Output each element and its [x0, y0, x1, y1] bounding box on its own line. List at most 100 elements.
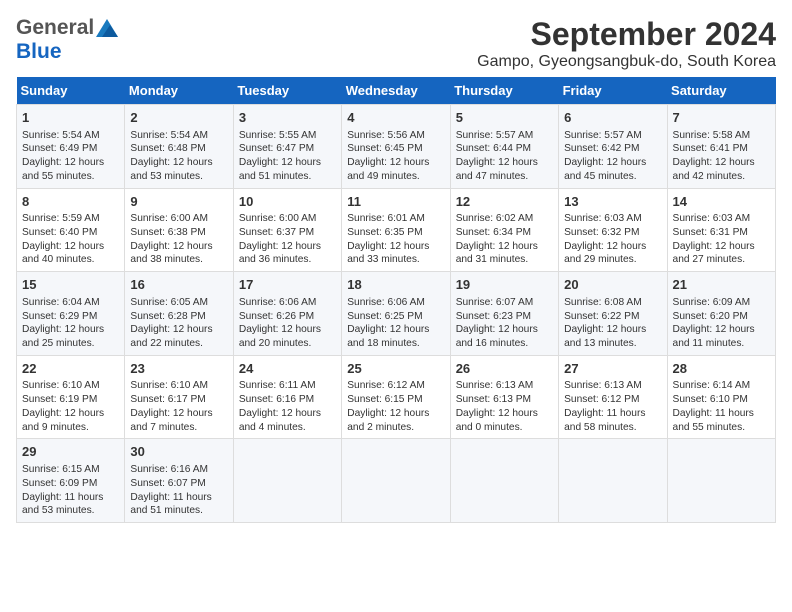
- calendar-cell: 25 Sunrise: 6:12 AM Sunset: 6:15 PM Dayli…: [342, 355, 450, 439]
- day-info: Sunrise: 6:11 AM Sunset: 6:16 PM Dayligh…: [239, 380, 321, 432]
- day-info: Sunrise: 6:04 AM Sunset: 6:29 PM Dayligh…: [22, 297, 104, 349]
- day-number: 26: [456, 360, 553, 378]
- day-info: Sunrise: 6:15 AM Sunset: 6:09 PM Dayligh…: [22, 464, 103, 516]
- calendar-cell: 7Sunrise: 5:58 AM Sunset: 6:41 PM Daylig…: [667, 105, 775, 189]
- day-number: 3: [239, 109, 336, 127]
- calendar-cell: 1 Sunrise: 5:54 AM Sunset: 6:49 PM Daylig…: [17, 105, 125, 189]
- day-number: 22: [22, 360, 119, 378]
- day-info: Sunrise: 6:01 AM Sunset: 6:35 PM Dayligh…: [347, 213, 429, 265]
- calendar-cell: 30 Sunrise: 6:16 AM Sunset: 6:07 PM Dayli…: [125, 439, 233, 523]
- column-header-sunday: Sunday: [17, 77, 125, 105]
- day-info: Sunrise: 6:05 AM Sunset: 6:28 PM Dayligh…: [130, 297, 212, 349]
- calendar-cell: 9Sunrise: 6:00 AM Sunset: 6:38 PM Daylig…: [125, 188, 233, 272]
- calendar-cell: 11 Sunrise: 6:01 AM Sunset: 6:35 PM Dayli…: [342, 188, 450, 272]
- title-area: September 2024 Gampo, Gyeongsangbuk-do, …: [477, 16, 776, 71]
- day-number: 8: [22, 193, 119, 211]
- column-header-saturday: Saturday: [667, 77, 775, 105]
- calendar-cell: 27 Sunrise: 6:13 AM Sunset: 6:12 PM Dayli…: [559, 355, 667, 439]
- day-info: Sunrise: 5:58 AM Sunset: 6:41 PM Dayligh…: [673, 130, 755, 182]
- column-header-monday: Monday: [125, 77, 233, 105]
- day-info: Sunrise: 6:03 AM Sunset: 6:32 PM Dayligh…: [564, 213, 646, 265]
- day-number: 28: [673, 360, 770, 378]
- day-number: 20: [564, 276, 661, 294]
- day-number: 12: [456, 193, 553, 211]
- day-number: 27: [564, 360, 661, 378]
- day-number: 5: [456, 109, 553, 127]
- day-info: Sunrise: 6:07 AM Sunset: 6:23 PM Dayligh…: [456, 297, 538, 349]
- calendar-cell: 5 Sunrise: 5:57 AM Sunset: 6:44 PM Daylig…: [450, 105, 558, 189]
- day-number: 18: [347, 276, 444, 294]
- day-info: Sunrise: 6:10 AM Sunset: 6:17 PM Dayligh…: [130, 380, 212, 432]
- day-info: Sunrise: 5:59 AM Sunset: 6:40 PM Dayligh…: [22, 213, 104, 265]
- day-info: Sunrise: 5:55 AM Sunset: 6:47 PM Dayligh…: [239, 130, 321, 182]
- day-info: Sunrise: 6:06 AM Sunset: 6:26 PM Dayligh…: [239, 297, 321, 349]
- day-number: 17: [239, 276, 336, 294]
- day-info: Sunrise: 5:57 AM Sunset: 6:42 PM Dayligh…: [564, 130, 646, 182]
- calendar-cell: 18 Sunrise: 6:06 AM Sunset: 6:25 PM Dayli…: [342, 272, 450, 356]
- day-number: 15: [22, 276, 119, 294]
- day-info: Sunrise: 6:12 AM Sunset: 6:15 PM Dayligh…: [347, 380, 429, 432]
- column-header-thursday: Thursday: [450, 77, 558, 105]
- week-row-5: 29Sunrise: 6:15 AM Sunset: 6:09 PM Dayli…: [17, 439, 776, 523]
- calendar-cell: 26Sunrise: 6:13 AM Sunset: 6:13 PM Dayli…: [450, 355, 558, 439]
- calendar-cell: 12 Sunrise: 6:02 AM Sunset: 6:34 PM Dayli…: [450, 188, 558, 272]
- day-info: Sunrise: 6:13 AM Sunset: 6:12 PM Dayligh…: [564, 380, 645, 432]
- calendar-cell: 2 Sunrise: 5:54 AM Sunset: 6:48 PM Daylig…: [125, 105, 233, 189]
- calendar-cell: [667, 439, 775, 523]
- calendar-cell: [559, 439, 667, 523]
- day-number: 6: [564, 109, 661, 127]
- day-info: Sunrise: 6:16 AM Sunset: 6:07 PM Dayligh…: [130, 464, 211, 516]
- day-info: Sunrise: 5:54 AM Sunset: 6:48 PM Dayligh…: [130, 130, 212, 182]
- logo-icon: [96, 19, 118, 37]
- calendar-cell: 19Sunrise: 6:07 AM Sunset: 6:23 PM Dayli…: [450, 272, 558, 356]
- day-info: Sunrise: 5:57 AM Sunset: 6:44 PM Dayligh…: [456, 130, 538, 182]
- day-info: Sunrise: 6:10 AM Sunset: 6:19 PM Dayligh…: [22, 380, 104, 432]
- column-header-tuesday: Tuesday: [233, 77, 341, 105]
- day-info: Sunrise: 5:54 AM Sunset: 6:49 PM Dayligh…: [22, 130, 104, 182]
- day-number: 16: [130, 276, 227, 294]
- calendar-cell: [342, 439, 450, 523]
- week-row-4: 22 Sunrise: 6:10 AM Sunset: 6:19 PM Dayli…: [17, 355, 776, 439]
- calendar-cell: 29Sunrise: 6:15 AM Sunset: 6:09 PM Dayli…: [17, 439, 125, 523]
- day-info: Sunrise: 6:09 AM Sunset: 6:20 PM Dayligh…: [673, 297, 755, 349]
- day-info: Sunrise: 6:08 AM Sunset: 6:22 PM Dayligh…: [564, 297, 646, 349]
- calendar-cell: 28 Sunrise: 6:14 AM Sunset: 6:10 PM Dayli…: [667, 355, 775, 439]
- calendar-cell: 6 Sunrise: 5:57 AM Sunset: 6:42 PM Daylig…: [559, 105, 667, 189]
- header-row: SundayMondayTuesdayWednesdayThursdayFrid…: [17, 77, 776, 105]
- calendar-cell: [450, 439, 558, 523]
- calendar-cell: 4Sunrise: 5:56 AM Sunset: 6:45 PM Daylig…: [342, 105, 450, 189]
- day-info: Sunrise: 6:00 AM Sunset: 6:37 PM Dayligh…: [239, 213, 321, 265]
- calendar-cell: 21 Sunrise: 6:09 AM Sunset: 6:20 PM Dayli…: [667, 272, 775, 356]
- calendar-cell: 16 Sunrise: 6:05 AM Sunset: 6:28 PM Dayli…: [125, 272, 233, 356]
- day-number: 2: [130, 109, 227, 127]
- logo: General Blue: [16, 16, 118, 64]
- day-number: 11: [347, 193, 444, 211]
- day-info: Sunrise: 6:00 AM Sunset: 6:38 PM Dayligh…: [130, 213, 212, 265]
- calendar-cell: 24 Sunrise: 6:11 AM Sunset: 6:16 PM Dayli…: [233, 355, 341, 439]
- day-number: 10: [239, 193, 336, 211]
- week-row-2: 8 Sunrise: 5:59 AM Sunset: 6:40 PM Daylig…: [17, 188, 776, 272]
- day-number: 21: [673, 276, 770, 294]
- month-title: September 2024: [477, 16, 776, 53]
- day-info: Sunrise: 6:14 AM Sunset: 6:10 PM Dayligh…: [673, 380, 754, 432]
- day-number: 13: [564, 193, 661, 211]
- calendar-cell: [233, 439, 341, 523]
- calendar-cell: 8 Sunrise: 5:59 AM Sunset: 6:40 PM Daylig…: [17, 188, 125, 272]
- column-header-friday: Friday: [559, 77, 667, 105]
- calendar-cell: 22 Sunrise: 6:10 AM Sunset: 6:19 PM Dayli…: [17, 355, 125, 439]
- day-number: 25: [347, 360, 444, 378]
- day-number: 23: [130, 360, 227, 378]
- calendar-cell: 20 Sunrise: 6:08 AM Sunset: 6:22 PM Dayli…: [559, 272, 667, 356]
- day-info: Sunrise: 6:03 AM Sunset: 6:31 PM Dayligh…: [673, 213, 755, 265]
- day-info: Sunrise: 6:06 AM Sunset: 6:25 PM Dayligh…: [347, 297, 429, 349]
- day-number: 24: [239, 360, 336, 378]
- logo-general-text: General: [16, 16, 94, 40]
- column-header-wednesday: Wednesday: [342, 77, 450, 105]
- day-number: 1: [22, 109, 119, 127]
- day-number: 30: [130, 443, 227, 461]
- calendar-cell: 15 Sunrise: 6:04 AM Sunset: 6:29 PM Dayli…: [17, 272, 125, 356]
- day-info: Sunrise: 6:02 AM Sunset: 6:34 PM Dayligh…: [456, 213, 538, 265]
- calendar-cell: 17 Sunrise: 6:06 AM Sunset: 6:26 PM Dayli…: [233, 272, 341, 356]
- calendar-cell: 13 Sunrise: 6:03 AM Sunset: 6:32 PM Dayli…: [559, 188, 667, 272]
- day-number: 4: [347, 109, 444, 127]
